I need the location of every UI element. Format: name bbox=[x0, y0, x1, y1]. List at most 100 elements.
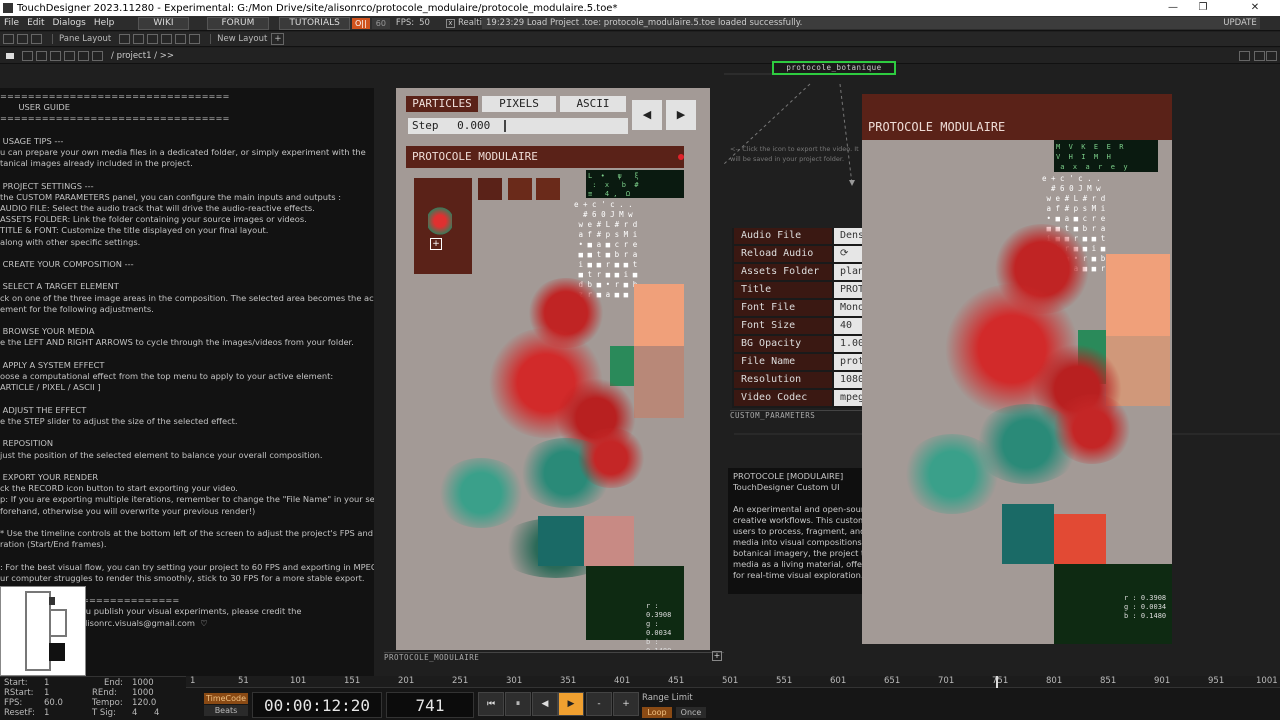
pane-bar: Pane Layout New Layout + bbox=[0, 32, 1280, 47]
protocole-botanique-node[interactable]: protocole_botanique bbox=[772, 61, 896, 75]
menu-help[interactable]: Help bbox=[90, 18, 119, 28]
nav-icon[interactable] bbox=[64, 50, 75, 61]
pane-layout-label[interactable]: Pane Layout bbox=[52, 34, 111, 44]
pane-option-icon[interactable] bbox=[1254, 50, 1265, 61]
viewer-frame bbox=[25, 591, 51, 671]
tsig-b[interactable]: 4 bbox=[154, 708, 159, 718]
tutorials-button[interactable]: TUTORIALS bbox=[279, 16, 350, 30]
param-resolution[interactable]: Resolution 1080 bbox=[732, 372, 862, 388]
step-slider[interactable]: Step 0.000 bbox=[408, 118, 628, 134]
play-button[interactable]: ▶ bbox=[558, 692, 584, 716]
fps-chip[interactable]: 60 bbox=[371, 17, 390, 29]
param-assets-folder[interactable]: Assets Folder plan bbox=[732, 264, 862, 280]
project-info-text: PROTOCOLE [MODULAIRE] TouchDesigner Cust… bbox=[728, 468, 862, 594]
thumbnail-slot[interactable] bbox=[478, 178, 502, 200]
record-icon[interactable] bbox=[678, 154, 684, 160]
node-label-center[interactable]: PROTOCOLE_MODULAIRE bbox=[384, 652, 724, 662]
tempo-value[interactable]: 120.0 bbox=[132, 698, 156, 708]
param-file-name[interactable]: File Name prot bbox=[732, 354, 862, 370]
param-font-file[interactable]: Font File Mono bbox=[732, 300, 862, 316]
reverse-button[interactable]: ◀ bbox=[532, 692, 558, 716]
param-video-codec[interactable]: Video Codec mpeg bbox=[732, 390, 862, 406]
timecode-toggle[interactable]: TimeCode bbox=[204, 693, 248, 704]
forum-button[interactable]: FORUM bbox=[206, 16, 270, 30]
layout-icon[interactable] bbox=[119, 34, 131, 44]
end-value[interactable]: 1000 bbox=[132, 678, 154, 688]
thumbnail-image bbox=[428, 206, 452, 236]
resetf-value[interactable]: 1 bbox=[44, 708, 49, 718]
add-layout-button[interactable]: + bbox=[271, 33, 285, 45]
playhead[interactable] bbox=[996, 676, 998, 688]
select-icon[interactable]: + bbox=[430, 238, 442, 250]
pause-button[interactable]: ⏸ bbox=[505, 692, 531, 716]
nav-icon[interactable] bbox=[50, 50, 61, 61]
new-layout-label[interactable]: New Layout bbox=[210, 34, 267, 44]
fps-value-tl[interactable]: 60.0 bbox=[44, 698, 63, 708]
preview-teal-tile bbox=[1002, 504, 1054, 564]
pane-icon[interactable] bbox=[3, 34, 14, 44]
prev-media-button[interactable]: ◀ bbox=[632, 100, 662, 130]
menu-file[interactable]: File bbox=[0, 18, 23, 28]
pane-icon[interactable] bbox=[17, 34, 28, 44]
menu-bar: File Edit Dialogs Help WIKI FORUM TUTORI… bbox=[0, 16, 1280, 31]
timeline-ruler[interactable]: 1 51 101 151 201 251 301 351 401 451 501… bbox=[186, 676, 1280, 688]
maximize-button[interactable]: ❐ bbox=[1188, 0, 1218, 16]
layout-icon[interactable] bbox=[175, 34, 187, 44]
wiki-button[interactable]: WIKI bbox=[138, 16, 189, 30]
rend-value[interactable]: 1000 bbox=[132, 688, 154, 698]
custom-parameters-label[interactable]: CUSTOM_PARAMETERS bbox=[730, 410, 862, 420]
timecode-display[interactable]: 00:00:12:20 bbox=[252, 692, 382, 718]
node-expand-icon[interactable]: + bbox=[712, 651, 722, 661]
frame-display[interactable]: 741 bbox=[386, 692, 474, 718]
param-bg-opacity[interactable]: BG Opacity 1.00 bbox=[732, 336, 862, 352]
rstart-value[interactable]: 1 bbox=[44, 688, 49, 698]
menu-dialogs[interactable]: Dialogs bbox=[49, 18, 90, 28]
layout-icon[interactable] bbox=[133, 34, 145, 44]
thumbnail-main[interactable]: + bbox=[414, 178, 472, 274]
thumbnail-slot[interactable] bbox=[508, 178, 532, 200]
step-forward-button[interactable]: + bbox=[613, 692, 639, 716]
minimize-button[interactable]: — bbox=[1158, 0, 1188, 16]
nav-icon[interactable] bbox=[22, 50, 33, 61]
menu-edit[interactable]: Edit bbox=[23, 18, 48, 28]
title-bar: PROTOCOLE MODULAIRE bbox=[406, 146, 684, 168]
nav-icon[interactable] bbox=[92, 50, 103, 61]
range-limit-label: Range Limit bbox=[642, 693, 693, 703]
perform-chip[interactable]: O|| bbox=[351, 17, 370, 29]
rewind-button[interactable]: ⏮ bbox=[478, 692, 504, 716]
nav-icon[interactable] bbox=[78, 50, 89, 61]
update-button[interactable]: UPDATE bbox=[1220, 17, 1260, 29]
tab-particles[interactable]: PARTICLES bbox=[406, 96, 478, 112]
step-handle[interactable] bbox=[504, 120, 506, 132]
param-audio-file[interactable]: Audio File Dens bbox=[732, 228, 862, 244]
nav-icon[interactable] bbox=[36, 50, 47, 61]
tab-ascii[interactable]: ASCII bbox=[560, 96, 626, 112]
start-value[interactable]: 1 bbox=[44, 678, 49, 688]
layout-icon[interactable] bbox=[189, 34, 201, 44]
layout-icon[interactable] bbox=[147, 34, 159, 44]
tempo-label: Tempo: bbox=[92, 698, 123, 708]
preview-red-tile bbox=[1054, 514, 1106, 564]
once-toggle[interactable]: Once bbox=[676, 707, 706, 718]
home-icon[interactable] bbox=[6, 52, 14, 59]
tsig-a[interactable]: 4 bbox=[132, 708, 137, 718]
viewer-block bbox=[49, 609, 67, 637]
network-path[interactable]: / project1 / >> bbox=[111, 51, 174, 61]
next-media-button[interactable]: ▶ bbox=[666, 100, 696, 130]
layout-icon[interactable] bbox=[161, 34, 173, 44]
param-title[interactable]: Title PROT bbox=[732, 282, 862, 298]
beats-toggle[interactable]: Beats bbox=[204, 705, 248, 716]
param-reload-audio[interactable]: Reload Audio ⟳ bbox=[732, 246, 862, 262]
realtime-checkbox[interactable]: x bbox=[445, 18, 455, 28]
pane-option-icon[interactable] bbox=[1239, 50, 1250, 61]
tab-pixels[interactable]: PIXELS bbox=[482, 96, 556, 112]
close-button[interactable]: ✕ bbox=[1240, 0, 1270, 16]
loop-toggle[interactable]: Loop bbox=[642, 707, 672, 718]
pane-icon[interactable] bbox=[31, 34, 42, 44]
step-back-button[interactable]: - bbox=[586, 692, 612, 716]
pane-option-icon[interactable] bbox=[1266, 50, 1277, 61]
preview-title: PROTOCOLE MODULAIRE bbox=[862, 94, 1172, 140]
param-font-size[interactable]: Font Size 40 bbox=[732, 318, 862, 334]
mini-viewer bbox=[0, 586, 86, 676]
thumbnail-slot[interactable] bbox=[536, 178, 560, 200]
